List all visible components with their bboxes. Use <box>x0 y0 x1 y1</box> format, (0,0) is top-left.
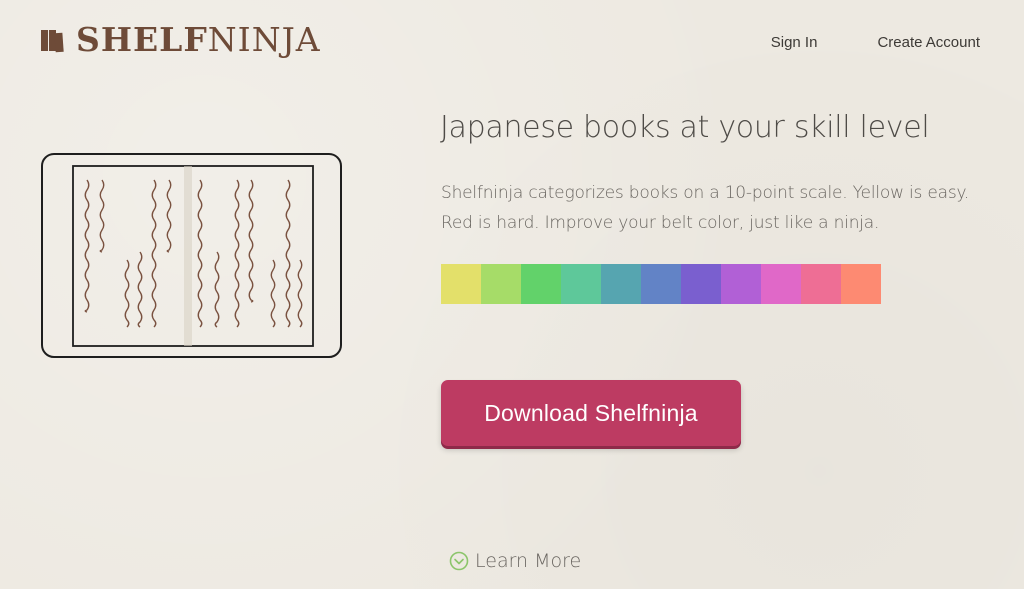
text-line-8 <box>214 251 220 328</box>
text-lines <box>84 179 303 328</box>
text-line-4 <box>137 251 143 328</box>
text-line-7 <box>197 179 203 328</box>
description-line-2: Red is hard. Improve your belt color, ju… <box>441 213 880 233</box>
scale-swatch-3 <box>521 264 561 304</box>
top-nav: Sign In Create Account <box>771 33 980 53</box>
download-button[interactable]: Download Shelfninja <box>441 380 741 446</box>
books-icon <box>41 30 64 53</box>
scale-swatch-8 <box>721 264 761 304</box>
text-line-9 <box>234 179 240 328</box>
scale-swatch-2 <box>481 264 521 304</box>
sign-in-link[interactable]: Sign In <box>771 33 818 53</box>
text-line-6 <box>166 179 172 253</box>
text-line-3 <box>124 259 130 328</box>
logo-text-light: NINJA <box>207 20 321 59</box>
text-line-2 <box>99 179 105 253</box>
scale-swatch-4 <box>561 264 601 304</box>
scale-swatch-10 <box>801 264 841 304</box>
scale-swatch-1 <box>441 264 481 304</box>
logo-link[interactable]: SHELFNINJA <box>40 20 321 60</box>
difficulty-scale <box>441 264 881 304</box>
text-line-11 <box>270 259 276 328</box>
learn-more-label: Learn More <box>475 550 582 572</box>
logo-text: SHELFNINJA <box>76 20 321 60</box>
learn-more-link[interactable]: Learn More <box>449 549 581 573</box>
description-line-1: Shelfninja categorizes books on a 10-poi… <box>441 183 970 203</box>
text-line-13 <box>297 259 303 328</box>
scale-swatch-6 <box>641 264 681 304</box>
chevron-down-circle-icon <box>449 551 469 571</box>
page-title: Japanese books at your skill level <box>440 110 930 145</box>
text-line-1 <box>84 179 90 313</box>
scale-swatch-7 <box>681 264 721 304</box>
text-line-10 <box>248 179 254 303</box>
scale-swatch-9 <box>761 264 801 304</box>
scale-swatch-11 <box>841 264 881 304</box>
logo-text-bold: SHELF <box>76 20 208 59</box>
create-account-link[interactable]: Create Account <box>877 33 980 53</box>
text-line-12 <box>285 179 291 328</box>
text-line-5 <box>151 179 157 328</box>
open-book-illustration <box>41 153 342 358</box>
hero-description: Shelfninja categorizes books on a 10-poi… <box>441 178 1001 238</box>
scale-swatch-5 <box>601 264 641 304</box>
